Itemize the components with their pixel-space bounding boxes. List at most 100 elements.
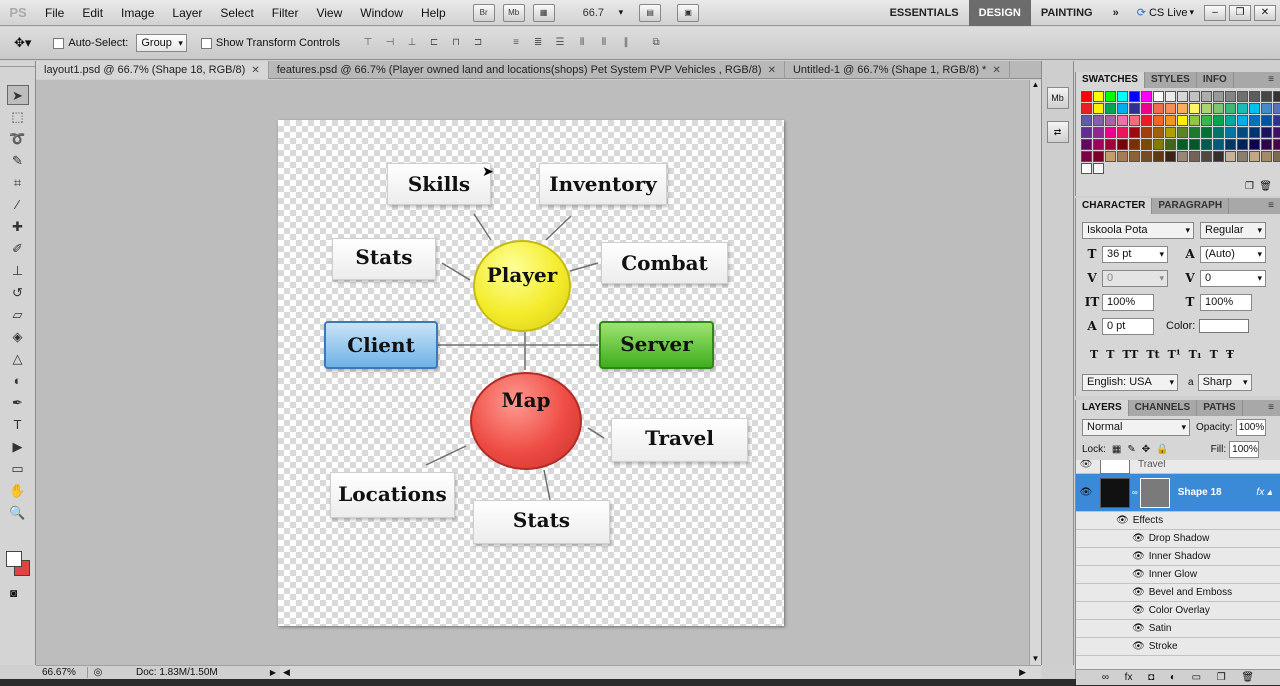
- color-swatch[interactable]: [1273, 151, 1280, 162]
- color-swatch[interactable]: [1273, 103, 1280, 114]
- node-server[interactable]: Server: [599, 321, 714, 369]
- arrange-documents-icon[interactable]: ▤: [639, 3, 662, 22]
- visibility-eye-icon[interactable]: 👁: [1132, 587, 1145, 598]
- chevron-down-icon[interactable]: ▾: [619, 7, 624, 18]
- workspace-essentials[interactable]: ESSENTIALS: [880, 0, 969, 26]
- color-swatch[interactable]: [1129, 103, 1140, 114]
- panel-menu-icon[interactable]: ≡: [1262, 72, 1280, 88]
- node-combat[interactable]: Combat: [601, 242, 728, 284]
- node-stats-top[interactable]: Stats: [332, 238, 436, 280]
- horizontal-scale-field[interactable]: 100%: [1200, 293, 1252, 311]
- effect-row[interactable]: 👁 Stroke: [1076, 638, 1280, 656]
- align-right-icon[interactable]: ⊐: [468, 35, 488, 51]
- close-icon[interactable]: ✕: [768, 65, 776, 76]
- align-left-icon[interactable]: ⊏: [424, 35, 444, 51]
- bridge-button[interactable]: Br: [472, 3, 495, 22]
- tab-swatches[interactable]: SWATCHES: [1076, 72, 1145, 88]
- small-caps-icon[interactable]: Tt: [1146, 348, 1159, 361]
- healing-brush-tool-icon[interactable]: ✚: [7, 217, 29, 237]
- effect-row[interactable]: 👁 Inner Shadow: [1076, 548, 1280, 566]
- shape-tool-icon[interactable]: ▭: [7, 459, 29, 479]
- color-swatch[interactable]: [1153, 151, 1164, 162]
- color-swatch[interactable]: [1189, 151, 1200, 162]
- tab-info[interactable]: INFO: [1197, 72, 1234, 88]
- color-swatch[interactable]: [1093, 103, 1104, 114]
- color-swatch[interactable]: [1201, 139, 1212, 150]
- color-swatch[interactable]: [1201, 151, 1212, 162]
- antialias-select[interactable]: Sharp: [1197, 373, 1252, 391]
- text-color-swatch[interactable]: [1199, 319, 1250, 333]
- color-swatch[interactable]: [1081, 151, 1092, 162]
- subscript-icon[interactable]: T₁: [1189, 348, 1202, 361]
- color-swatch[interactable]: [1177, 151, 1188, 162]
- new-swatch-icon[interactable]: ❐: [1245, 181, 1254, 192]
- tab-untitled-1[interactable]: Untitled-1 @ 66.7% (Shape 1, RGB/8) * ✕: [785, 61, 1010, 79]
- align-top-icon[interactable]: ⊤: [358, 35, 378, 51]
- color-swatch[interactable]: [1117, 91, 1128, 102]
- delete-layer-icon[interactable]: 🗑: [1241, 672, 1254, 683]
- workspace-more-button[interactable]: »: [1103, 0, 1129, 26]
- color-swatch[interactable]: [1153, 127, 1164, 138]
- screen-mode-icon[interactable]: ▣: [677, 3, 700, 22]
- color-swatch[interactable]: [1225, 127, 1236, 138]
- layer-row-travel[interactable]: 👁 Travel: [1076, 460, 1280, 474]
- menu-layer[interactable]: Layer: [163, 0, 211, 26]
- color-swatch[interactable]: [1165, 151, 1176, 162]
- horizontal-scrollbar[interactable]: ◀ ▶: [280, 665, 1041, 679]
- scroll-down-icon[interactable]: ▼: [1030, 654, 1041, 663]
- node-inventory[interactable]: Inventory: [539, 163, 667, 205]
- mini-bridge-button[interactable]: Mb: [502, 3, 525, 22]
- color-swatch[interactable]: [1213, 91, 1224, 102]
- color-swatch[interactable]: [1249, 139, 1260, 150]
- close-button[interactable]: ✕: [1254, 4, 1276, 21]
- color-swatch[interactable]: [1177, 91, 1188, 102]
- blend-mode-select[interactable]: Normal: [1082, 418, 1190, 436]
- eraser-tool-icon[interactable]: ▱: [7, 305, 29, 325]
- color-swatch[interactable]: [1225, 91, 1236, 102]
- color-swatch[interactable]: [1153, 115, 1164, 126]
- add-style-icon[interactable]: fx: [1125, 672, 1133, 683]
- color-swatch[interactable]: [1249, 151, 1260, 162]
- color-swatch[interactable]: [1117, 115, 1128, 126]
- quick-mask-icon[interactable]: ◙: [10, 586, 17, 600]
- add-mask-icon[interactable]: ◘: [1148, 672, 1154, 683]
- color-swatch[interactable]: [1117, 151, 1128, 162]
- tab-layout1[interactable]: layout1.psd @ 66.7% (Shape 18, RGB/8) ✕: [36, 61, 269, 79]
- color-swatch[interactable]: [1249, 91, 1260, 102]
- color-swatch[interactable]: [1165, 127, 1176, 138]
- effect-row[interactable]: 👁 Satin: [1076, 620, 1280, 638]
- color-swatch[interactable]: [1261, 91, 1272, 102]
- color-swatch[interactable]: [1237, 103, 1248, 114]
- color-swatch[interactable]: [1225, 115, 1236, 126]
- layers-list[interactable]: 👁 Travel 👁 ∞ Shape 18 fx ▴ 👁 Effects 👁 Dr…: [1076, 460, 1280, 669]
- workspace-painting[interactable]: PAINTING: [1031, 0, 1103, 26]
- color-swatch[interactable]: [1237, 127, 1248, 138]
- strikethrough-icon[interactable]: Ŧ: [1226, 348, 1234, 361]
- color-swatch[interactable]: [1249, 115, 1260, 126]
- color-swatch[interactable]: [1189, 139, 1200, 150]
- color-swatch[interactable]: [1213, 139, 1224, 150]
- menu-select[interactable]: Select: [211, 0, 262, 26]
- color-swatch[interactable]: [1261, 139, 1272, 150]
- color-swatch[interactable]: [1081, 115, 1092, 126]
- scroll-right-icon[interactable]: ▶: [1019, 667, 1026, 678]
- tab-paragraph[interactable]: PARAGRAPH: [1152, 198, 1230, 214]
- color-swatch[interactable]: [1117, 127, 1128, 138]
- paint-bucket-tool-icon[interactable]: ◈: [7, 327, 29, 347]
- color-swatch[interactable]: [1273, 91, 1280, 102]
- visibility-eye-icon[interactable]: 👁: [1132, 623, 1145, 634]
- color-swatch[interactable]: [1261, 103, 1272, 114]
- color-swatch[interactable]: [1141, 103, 1152, 114]
- color-swatch[interactable]: [1081, 91, 1092, 102]
- opacity-field[interactable]: 100%: [1235, 418, 1266, 436]
- color-swatch[interactable]: [1261, 115, 1272, 126]
- align-vcenter-icon[interactable]: ⊣: [380, 35, 400, 51]
- color-swatch[interactable]: [1153, 91, 1164, 102]
- color-swatch[interactable]: [1249, 103, 1260, 114]
- faux-bold-icon[interactable]: T: [1090, 348, 1098, 361]
- lasso-tool-icon[interactable]: ➰: [7, 129, 29, 149]
- color-swatch[interactable]: [1141, 115, 1152, 126]
- lock-image-icon[interactable]: ✎: [1127, 444, 1135, 455]
- foreground-color-swatch[interactable]: [6, 551, 22, 567]
- document-canvas[interactable]: Skills Inventory Stats Combat Player Cli…: [278, 120, 784, 626]
